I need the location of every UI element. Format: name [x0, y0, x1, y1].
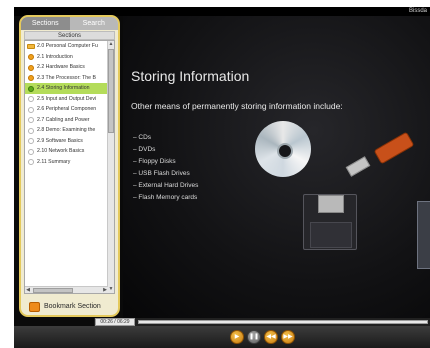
external-hard-drive-icon	[417, 201, 430, 269]
vertical-scrollbar[interactable]: ▲ ▼	[107, 41, 114, 293]
section-label: 2.9 Software Basics	[37, 137, 83, 144]
completed-marker-icon	[28, 75, 34, 81]
playback-controls: ▶ ❚❚ ◀◀ ▶▶	[14, 326, 430, 348]
section-label: 2.11 Summary	[37, 158, 71, 165]
bookmark-label: Bookmark Section	[44, 303, 101, 310]
section-item[interactable]: 2.11 Summary	[25, 157, 107, 168]
section-item[interactable]: 2.6 Peripheral Componen	[25, 104, 107, 115]
bookmark-section-button[interactable]: Bookmark Section	[24, 300, 115, 314]
scroll-up-icon[interactable]: ▲	[108, 41, 114, 48]
unvisited-marker-icon	[28, 106, 34, 113]
folder-icon	[27, 44, 35, 49]
sections-header: Sections	[24, 31, 115, 40]
slide-bullet: – CDs	[133, 134, 152, 141]
slide-bullet: – Flash Memory cards	[133, 194, 198, 201]
unvisited-marker-icon	[28, 138, 34, 144]
scroll-left-icon[interactable]: ◀	[25, 287, 31, 294]
scroll-down-icon[interactable]: ▼	[108, 286, 114, 293]
floppy-disk-icon	[303, 194, 357, 250]
fast-forward-button[interactable]: ▶▶	[281, 330, 295, 344]
horizontal-scrollbar[interactable]: ◀ ▶	[25, 286, 108, 293]
play-button[interactable]: ▶	[230, 330, 244, 344]
play-icon: ▶	[234, 334, 240, 340]
bookmark-icon	[29, 302, 40, 312]
slide-bullet: – External Hard Drives	[133, 182, 199, 189]
player-window: Bissda Sections Search Sections 2.0 Pers…	[14, 7, 430, 348]
section-item[interactable]: 2.2 Hardware Basics	[25, 62, 107, 73]
section-label: 2.2 Hardware Basics	[37, 64, 85, 70]
timeline-bar: 00:26 / 06:29	[94, 318, 430, 326]
horizontal-scroll-thumb[interactable]	[33, 288, 73, 293]
current-marker-icon	[28, 85, 34, 92]
floppy-label-area	[310, 222, 352, 248]
vertical-scroll-thumb[interactable]	[108, 49, 114, 133]
fast-forward-icon: ▶▶	[283, 334, 293, 340]
brand-label: Bissda	[408, 8, 427, 14]
unvisited-marker-icon	[28, 96, 34, 102]
section-item[interactable]: 2.0 Personal Computer Fu	[25, 41, 107, 52]
unvisited-marker-icon	[28, 148, 34, 155]
section-item[interactable]: 2.9 Software Basics	[25, 136, 107, 147]
section-item[interactable]: 2.7 Cabling and Power	[25, 115, 107, 126]
cd-disc-icon	[255, 121, 311, 177]
section-label: 2.10 Network Basics	[37, 148, 85, 154]
section-item[interactable]: 2.3 The Processor: The B	[25, 73, 107, 84]
slide-title: Storing Information	[131, 68, 250, 84]
unvisited-marker-icon	[28, 159, 34, 165]
section-item-current[interactable]: 2.4 Storing Information	[25, 83, 107, 94]
section-label: 2.4 Storing Information	[37, 85, 90, 91]
unvisited-marker-icon	[28, 117, 34, 123]
section-item[interactable]: 2.5 Input and Output Devi	[25, 94, 107, 105]
panel-tabs: Sections Search	[21, 17, 118, 30]
pause-icon: ❚❚	[248, 334, 260, 340]
completed-marker-icon	[28, 54, 34, 60]
section-label: 2.6 Peripheral Componen	[37, 106, 97, 112]
scroll-right-icon[interactable]: ▶	[102, 287, 108, 294]
rewind-icon: ◀◀	[266, 334, 276, 340]
section-label: 2.8 Demo: Examining the	[37, 127, 96, 133]
usb-drive-icon	[373, 131, 415, 165]
section-item[interactable]: 2.10 Network Basics	[25, 146, 107, 157]
slide-content: Storing Information Other means of perma…	[123, 16, 430, 318]
usb-plug-icon	[345, 156, 371, 177]
rewind-button[interactable]: ◀◀	[264, 330, 278, 344]
section-item[interactable]: 2.1 Introduction	[25, 52, 107, 63]
slide-bullet: – Floppy Disks	[133, 158, 176, 165]
seek-track[interactable]	[138, 320, 428, 324]
section-label: 2.5 Input and Output Devi	[37, 95, 97, 102]
section-label: 2.1 Introduction	[37, 53, 73, 60]
completed-marker-icon	[28, 64, 34, 71]
section-list-box: 2.0 Personal Computer Fu 2.1 Introductio…	[24, 40, 115, 294]
section-item[interactable]: 2.8 Demo: Examining the	[25, 125, 107, 136]
time-display: 00:26 / 06:29	[95, 318, 135, 326]
section-label: 2.7 Cabling and Power	[37, 116, 90, 123]
section-label: 2.0 Personal Computer Fu	[37, 43, 98, 49]
tab-search[interactable]: Search	[70, 17, 119, 30]
slide-bullet: – USB Flash Drives	[133, 170, 190, 177]
tab-sections[interactable]: Sections	[21, 17, 70, 30]
sections-panel: Sections Search Sections 2.0 Personal Co…	[19, 15, 120, 317]
slide-subtitle: Other means of permanently storing infor…	[131, 101, 343, 111]
pause-button[interactable]: ❚❚	[247, 330, 261, 344]
floppy-shutter	[318, 195, 344, 213]
section-label: 2.3 The Processor: The B	[37, 74, 96, 81]
unvisited-marker-icon	[28, 127, 34, 134]
slide-bullet: – DVDs	[133, 146, 156, 153]
section-list: 2.0 Personal Computer Fu 2.1 Introductio…	[25, 41, 107, 167]
